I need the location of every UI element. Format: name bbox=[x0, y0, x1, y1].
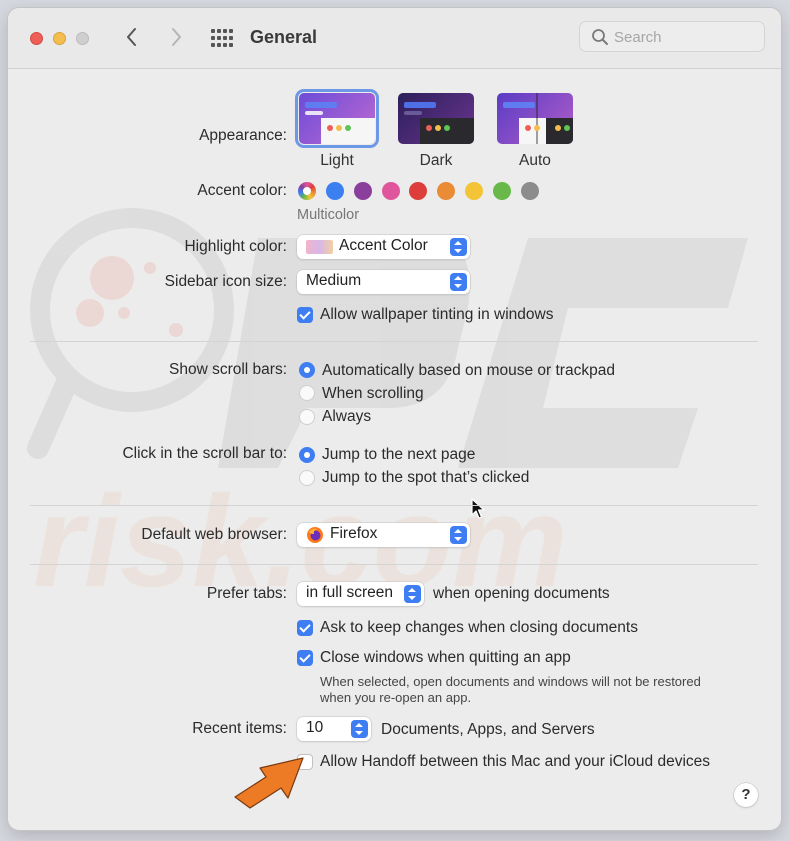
show-all-grid-icon[interactable] bbox=[210, 28, 234, 48]
appearance-light-thumbnail[interactable] bbox=[295, 89, 379, 148]
up-down-chevron-icon bbox=[404, 585, 421, 603]
close-windows-checkbox[interactable] bbox=[297, 650, 313, 666]
up-down-chevron-icon bbox=[450, 526, 467, 544]
up-down-chevron-icon bbox=[450, 273, 467, 291]
highlight-color-label: Highlight color: bbox=[184, 238, 287, 255]
default-browser-label: Default web browser: bbox=[141, 526, 287, 543]
sidebar-icon-size-popup[interactable]: Medium bbox=[297, 270, 470, 294]
handoff-label: Allow Handoff between this Mac and your … bbox=[320, 753, 711, 770]
ask-keep-changes-checkbox[interactable] bbox=[297, 620, 313, 636]
divider bbox=[30, 564, 758, 565]
help-button[interactable]: ? bbox=[734, 783, 758, 807]
recent-items-value: 10 bbox=[306, 719, 324, 736]
close-windows-label: Close windows when quitting an app bbox=[320, 649, 571, 666]
scroll-click-label: Click in the scroll bar to: bbox=[122, 445, 287, 462]
sidebar-icon-size-value: Medium bbox=[306, 272, 362, 289]
accent-multicolor-swatch[interactable] bbox=[298, 182, 316, 200]
up-down-chevron-icon bbox=[450, 238, 467, 256]
zoom-window-button[interactable] bbox=[76, 32, 89, 45]
accent-blue-swatch[interactable] bbox=[326, 182, 344, 200]
appearance-dark-caption: Dark bbox=[419, 152, 453, 169]
scroll-click-spot-label: Jump to the spot that’s clicked bbox=[322, 469, 530, 486]
scroll-click-spot-radio[interactable] bbox=[299, 470, 315, 486]
toolbar: General bbox=[8, 8, 781, 69]
prefer-tabs-popup[interactable]: in full screen bbox=[297, 582, 424, 606]
prefer-tabs-suffix: when opening documents bbox=[433, 585, 610, 602]
search-icon bbox=[592, 29, 608, 45]
close-windows-description: When selected, open documents and window… bbox=[320, 674, 701, 705]
up-down-chevron-icon bbox=[351, 720, 368, 738]
scroll-bars-when-scrolling-label: When scrolling bbox=[322, 385, 424, 402]
minimize-window-button[interactable] bbox=[53, 32, 66, 45]
wallpaper-tinting-checkbox[interactable] bbox=[297, 307, 313, 323]
accent-yellow-swatch[interactable] bbox=[465, 182, 483, 200]
default-browser-popup[interactable]: Firefox bbox=[297, 523, 470, 547]
watermark-logo: risk.com bbox=[27, 208, 748, 614]
accent-red-swatch[interactable] bbox=[409, 182, 427, 200]
accent-green-swatch[interactable] bbox=[493, 182, 511, 200]
highlight-color-value: Accent Color bbox=[339, 237, 428, 254]
prefer-tabs-label: Prefer tabs: bbox=[206, 585, 287, 602]
scroll-click-next-page-label: Jump to the next page bbox=[322, 446, 476, 463]
back-arrow-icon[interactable] bbox=[120, 24, 144, 50]
appearance-label: Appearance: bbox=[199, 127, 287, 144]
appearance-light-caption: Light bbox=[320, 152, 354, 169]
scroll-bars-automatic-radio[interactable] bbox=[299, 362, 315, 378]
recent-items-suffix: Documents, Apps, and Servers bbox=[381, 721, 595, 738]
scroll-bars-automatic-label: Automatically based on mouse or trackpad bbox=[322, 362, 615, 379]
recent-items-popup[interactable]: 10 bbox=[297, 717, 371, 741]
window-title: General bbox=[250, 27, 318, 47]
appearance-auto-caption: Auto bbox=[519, 152, 551, 169]
recent-items-label: Recent items: bbox=[192, 720, 287, 737]
sidebar-icon-size-label: Sidebar icon size: bbox=[164, 273, 287, 290]
firefox-icon bbox=[307, 527, 323, 543]
accent-orange-swatch[interactable] bbox=[437, 182, 455, 200]
divider bbox=[30, 341, 758, 342]
search-input[interactable] bbox=[614, 27, 754, 47]
highlight-color-preview bbox=[306, 240, 333, 254]
scroll-bars-always-radio[interactable] bbox=[299, 409, 315, 425]
scroll-click-next-page-radio[interactable] bbox=[299, 447, 315, 463]
accent-selected-name: Multicolor bbox=[297, 207, 360, 223]
wallpaper-tinting-label: Allow wallpaper tinting in windows bbox=[320, 306, 554, 323]
divider bbox=[30, 505, 758, 506]
accent-color-label: Accent color: bbox=[197, 182, 287, 199]
forward-arrow-icon[interactable] bbox=[164, 24, 188, 50]
show-scroll-bars-label: Show scroll bars: bbox=[168, 361, 287, 378]
scroll-bars-when-scrolling-radio[interactable] bbox=[299, 385, 315, 401]
mouse-pointer-icon bbox=[471, 498, 485, 519]
default-browser-value: Firefox bbox=[330, 525, 378, 542]
appearance-auto-thumbnail[interactable] bbox=[497, 93, 573, 144]
scroll-bars-always-label: Always bbox=[322, 408, 372, 425]
search-field[interactable] bbox=[579, 21, 765, 52]
ask-keep-changes-label: Ask to keep changes when closing documen… bbox=[320, 619, 638, 636]
accent-purple-swatch[interactable] bbox=[354, 182, 372, 200]
accent-graphite-swatch[interactable] bbox=[521, 182, 539, 200]
accent-pink-swatch[interactable] bbox=[382, 182, 400, 200]
highlight-color-popup[interactable]: Accent Color bbox=[297, 235, 470, 259]
prefer-tabs-value: in full screen bbox=[306, 584, 394, 601]
system-preferences-window: risk.com General Appearance: bbox=[8, 8, 781, 830]
close-window-button[interactable] bbox=[30, 32, 43, 45]
annotation-arrow-icon bbox=[234, 757, 304, 809]
appearance-dark-thumbnail[interactable] bbox=[398, 93, 474, 144]
